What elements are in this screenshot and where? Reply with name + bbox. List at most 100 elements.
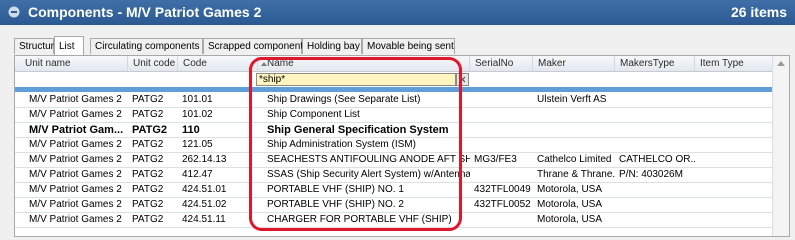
cell-unit-code: PATG2	[132, 214, 164, 225]
cell-maker: Cathelco Limited	[537, 154, 612, 165]
cell-unit-name: M/V Patriot Games 2	[29, 199, 122, 210]
cell-code: 121.05	[182, 139, 213, 150]
column-header-makerstype[interactable]: MakersType	[615, 56, 695, 71]
cell-unit-code: PATG2	[132, 169, 164, 180]
cell-item-type	[695, 168, 773, 182]
cell-unit-code: PATG2	[132, 199, 164, 210]
cell-unit-code: PATG2	[132, 154, 164, 165]
tab-label: List	[59, 41, 75, 52]
components-grid: Unit name Unit code Code Name SerialNo M…	[14, 55, 790, 237]
tab-label: Circulating components	[95, 41, 200, 52]
cell-name: Ship Administration System (ISM)	[267, 139, 416, 150]
column-header-item-type[interactable]: Item Type	[695, 56, 773, 71]
table-row[interactable]: M/V Patriot Games 2 PATG2 412.47 SSAS (Ship…	[15, 168, 773, 183]
tab-holding-bay[interactable]: Holding bay	[302, 38, 362, 54]
cell-unit-name: M/V Patriot Games 2	[29, 214, 122, 225]
cell-code: 101.02	[182, 109, 213, 120]
cell-name: PORTABLE VHF (SHIP) NO. 2	[267, 199, 404, 210]
cell-unit-code: PATG2	[132, 124, 168, 136]
window-title-bar: Components - M/V Patriot Games 2 26 item…	[0, 0, 795, 25]
cell-unit-name: M/V Patriot Games 2	[29, 139, 122, 150]
tab-movable-being-sent[interactable]: Movable being sent	[362, 38, 455, 54]
cell-name: Ship Component List	[267, 109, 360, 120]
cell-maker	[533, 123, 615, 137]
vertical-scrollbar[interactable]	[772, 56, 789, 236]
cell-item-type	[695, 153, 773, 167]
cell-makerstype	[615, 108, 695, 122]
cell-item-type	[695, 198, 773, 212]
tab-label: Movable being sent	[367, 41, 454, 52]
cell-code: 110	[182, 124, 200, 136]
cell-makerstype	[615, 198, 695, 212]
cell-item-type	[695, 183, 773, 197]
table-row[interactable]: M/V Patriot Games 2 PATG2 424.51.11 CHARGER…	[15, 213, 773, 228]
name-filter-input[interactable]: *ship*	[256, 73, 456, 86]
column-header-maker[interactable]: Maker	[533, 56, 615, 71]
cell-code: 412.47	[182, 169, 213, 180]
close-icon	[459, 76, 466, 83]
column-header-name[interactable]: Name	[258, 56, 470, 71]
cell-serialno	[470, 123, 533, 137]
scroll-up-icon[interactable]	[777, 61, 785, 66]
cell-unit-code: PATG2	[132, 139, 164, 150]
column-header-code[interactable]: Code	[178, 56, 258, 71]
cell-name: SEACHESTS ANTIFOULING ANODE AFT SHIP	[267, 154, 470, 165]
cell-code: 424.51.01	[182, 184, 227, 195]
cell-makerstype: P/N: 403026M	[619, 169, 683, 180]
cell-makerstype	[615, 123, 695, 137]
column-header-unit-code[interactable]: Unit code	[128, 56, 178, 71]
cell-unit-name: M/V Patriot Games 2	[29, 184, 122, 195]
table-row[interactable]: M/V Patriot Games 2 PATG2 101.02 Ship Compo…	[15, 108, 773, 123]
cell-unit-name: M/V Patriot Games 2	[29, 154, 122, 165]
item-count: 26 items	[730, 4, 787, 20]
cell-name: SSAS (Ship Security Alert System) w/Ante…	[267, 169, 470, 180]
cell-unit-name: M/V Patriot Gam...	[29, 124, 124, 136]
cell-item-type	[695, 108, 773, 122]
cell-item-type	[695, 93, 773, 107]
tab-scrapped-components[interactable]: Scrapped components	[203, 38, 308, 54]
cell-code: 101.01	[182, 94, 213, 105]
window-title: Components - M/V Patriot Games 2	[28, 4, 262, 20]
collapse-icon[interactable]	[8, 6, 20, 18]
selection-bar	[15, 87, 773, 92]
table-row[interactable]: M/V Patriot Games 2 PATG2 262.14.13 SEACHES…	[15, 153, 773, 168]
cell-makerstype: CATHELCO OR...	[619, 154, 695, 165]
table-row[interactable]: M/V Patriot Games 2 PATG2 101.01 Ship Drawi…	[15, 93, 773, 108]
cell-item-type	[695, 123, 773, 137]
cell-maker: Ulstein Verft AS	[537, 94, 607, 105]
cell-maker	[533, 108, 615, 122]
column-header-serialno[interactable]: SerialNo	[470, 56, 533, 71]
cell-serialno: MG3/FE3	[474, 154, 517, 165]
cell-item-type	[695, 138, 773, 152]
table-row[interactable]: M/V Patriot Games 2 PATG2 121.05 Ship Admin…	[15, 138, 773, 153]
cell-name: Ship Drawings (See Separate List)	[267, 94, 421, 105]
cell-serialno	[470, 108, 533, 122]
cell-maker: Thrane & Thrane...	[537, 169, 615, 180]
cell-unit-name: M/V Patriot Games 2	[29, 169, 122, 180]
cell-serialno	[470, 168, 533, 182]
table-row[interactable]: M/V Patriot Games 2 PATG2 424.51.01 PORTABL…	[15, 183, 773, 198]
tab-structure[interactable]: Structure	[14, 38, 60, 54]
column-header-unit-name[interactable]: Unit name	[15, 56, 128, 71]
column-header-row: Unit name Unit code Code Name SerialNo M…	[15, 56, 789, 72]
cell-unit-code: PATG2	[132, 94, 164, 105]
cell-code: 262.14.13	[182, 154, 227, 165]
cell-name: PORTABLE VHF (SHIP) NO. 1	[267, 184, 404, 195]
cell-name: CHARGER FOR PORTABLE VHF (SHIP)	[267, 214, 452, 225]
cell-code: 424.51.11	[182, 214, 226, 225]
tab-list[interactable]: List	[54, 36, 84, 55]
cell-maker: Motorola, USA	[537, 199, 603, 210]
cell-unit-name: M/V Patriot Games 2	[29, 94, 122, 105]
table-row[interactable]: M/V Patriot Gam... PATG2 110 Ship General S…	[15, 123, 773, 138]
cell-maker: Motorola, USA	[537, 184, 603, 195]
cell-makerstype	[615, 183, 695, 197]
tab-label: Scrapped components	[208, 41, 309, 52]
tab-strip: Structure List Circulating components Sc…	[14, 36, 790, 55]
table-row[interactable]: M/V Patriot Games 2 PATG2 424.51.02 PORTABL…	[15, 198, 773, 213]
cell-unit-code: PATG2	[132, 109, 164, 120]
tab-circulating-components[interactable]: Circulating components	[90, 38, 203, 54]
filter-clear-button[interactable]	[456, 73, 469, 86]
cell-item-type	[695, 213, 773, 227]
cell-serialno	[470, 213, 533, 227]
cell-serialno: 432TFL0049	[474, 184, 531, 195]
